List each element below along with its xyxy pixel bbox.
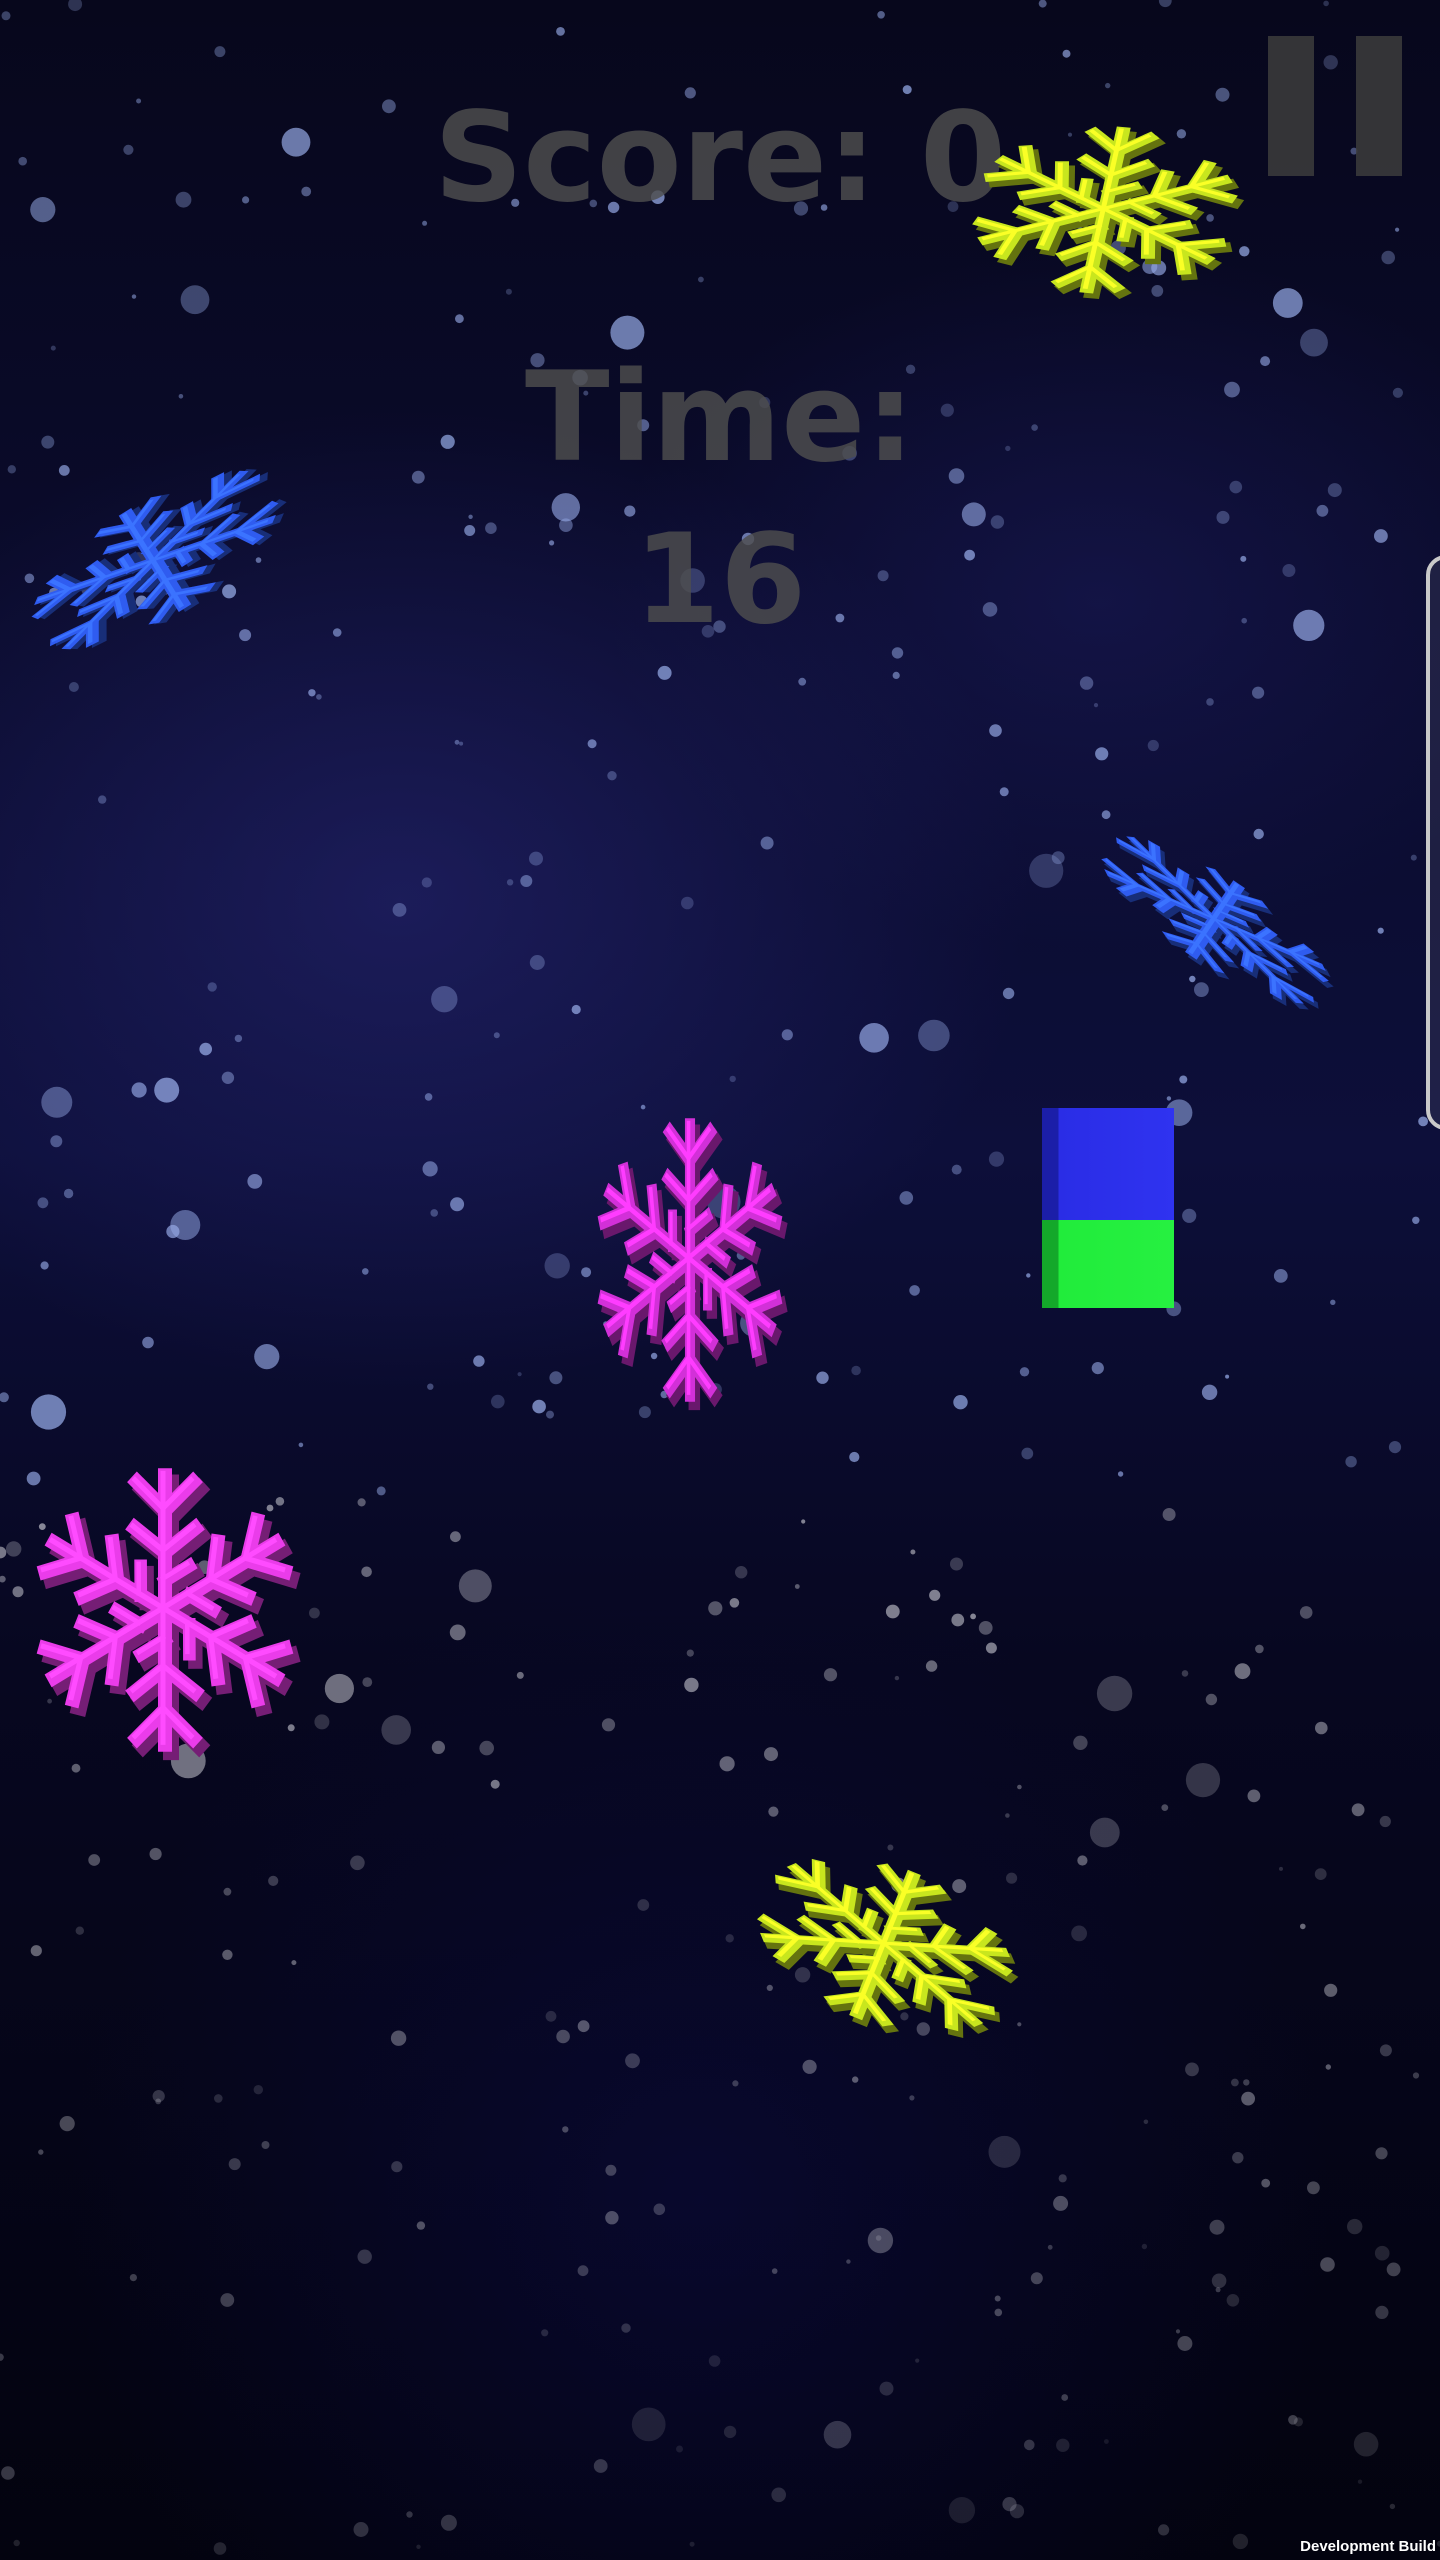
player-block-green-half <box>1042 1220 1174 1308</box>
snowflake-yellow-bottom[interactable] <box>725 1830 1045 2060</box>
snowflake-magenta-left[interactable] <box>15 1450 315 1770</box>
snowflake-blue-right[interactable] <box>1080 800 1350 1040</box>
snowflake-magenta-center[interactable] <box>570 1095 810 1425</box>
player-block-blue-half <box>1042 1108 1174 1220</box>
snowflake-icon <box>1101 836 1334 1010</box>
pause-icon <box>1268 36 1404 176</box>
snowflake-icon <box>31 469 287 650</box>
development-build-label: Development Build <box>1300 2538 1436 2555</box>
player-block[interactable] <box>1042 1108 1174 1308</box>
snowflake-icon <box>597 1118 788 1411</box>
time-value: 16 <box>633 508 807 652</box>
snowflake-icon <box>972 126 1245 300</box>
snowflake-icon <box>757 1858 1019 2038</box>
game-stage[interactable]: Score: 0 Time: 16 Development Build <box>0 0 1440 2560</box>
score-label: Score: 0 <box>433 86 1007 230</box>
snowflake-icon <box>36 1468 301 1761</box>
snowflake-blue-top-left[interactable] <box>5 440 305 680</box>
time-label: Time: <box>525 346 915 490</box>
edge-panel-handle[interactable] <box>1426 555 1440 1130</box>
pause-button[interactable] <box>1268 36 1404 176</box>
snowflake-yellow-top-right[interactable] <box>960 110 1250 310</box>
